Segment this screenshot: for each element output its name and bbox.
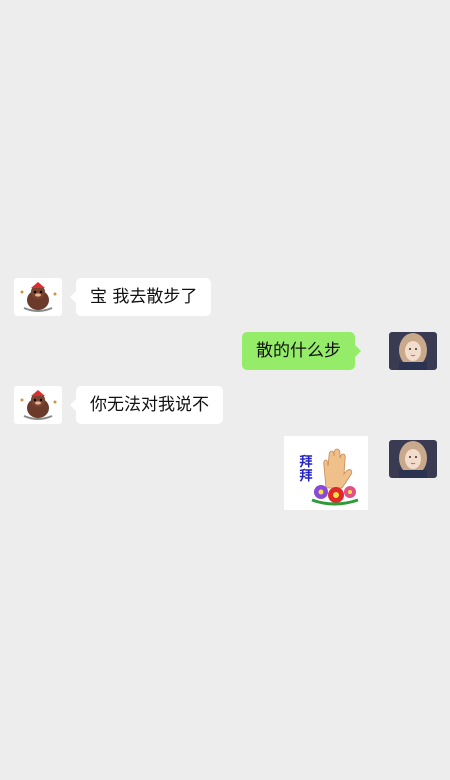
user-avatar[interactable] (389, 332, 437, 370)
message-bubble-outgoing[interactable]: 散的什么步 (242, 332, 361, 370)
waving-hand-icon (284, 436, 368, 510)
message-text: 宝 我去散步了 (90, 287, 198, 307)
chat-screen: 宝 我去散步了 散的什么步 你无法对我说不 拜拜 (0, 0, 450, 780)
contact-avatar[interactable] (14, 386, 62, 424)
message-text: 散的什么步 (256, 341, 341, 361)
contact-avatar[interactable] (14, 278, 62, 316)
message-bubble-incoming[interactable]: 你无法对我说不 (70, 386, 223, 424)
message-bubble-incoming[interactable]: 宝 我去散步了 (69, 278, 212, 316)
user-avatar[interactable] (389, 440, 437, 478)
sticker-caption: 拜拜 (299, 455, 313, 484)
bye-sticker[interactable]: 拜拜 (284, 436, 368, 510)
message-text: 你无法对我说不 (90, 395, 209, 415)
